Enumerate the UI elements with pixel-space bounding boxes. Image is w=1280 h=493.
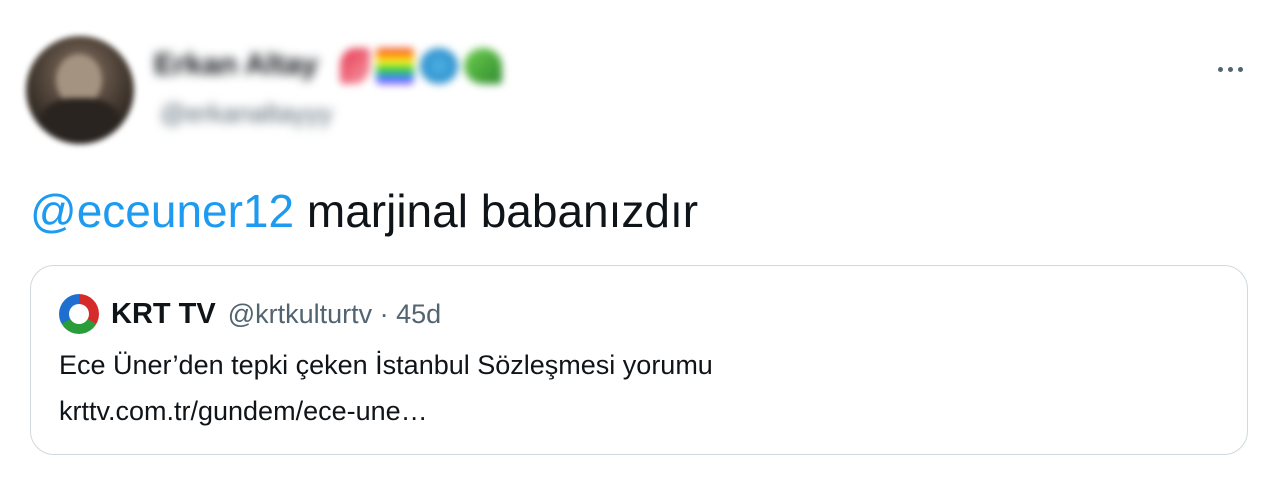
author-display-name[interactable]: Erkan Altay [154, 48, 318, 82]
quoted-link[interactable]: krttv.com.tr/gundem/ece-une… [59, 396, 428, 427]
quoted-author-name: KRT TV [111, 297, 216, 330]
leaf-emoji-icon [464, 48, 502, 84]
quoted-author-meta: @krtkulturtv · 45d [227, 298, 442, 329]
author-handle[interactable]: @erkanaltayyy [160, 98, 332, 129]
globe-emoji-icon [420, 48, 458, 84]
chili-emoji-icon [340, 48, 370, 84]
more-dot [1237, 66, 1243, 72]
quoted-header: KRT TV @krtkulturtv · 45d [59, 294, 441, 334]
more-dot [1217, 66, 1223, 72]
quoted-text: Ece Üner’den tepki çeken İstanbul Sözleş… [59, 350, 713, 380]
mention-link[interactable]: @eceuner12 [30, 185, 294, 237]
tweet-text: @eceuner12 marjinal babanızdır [30, 184, 698, 238]
more-dot [1227, 66, 1233, 72]
avatar[interactable] [26, 36, 134, 144]
avatar-body [40, 98, 120, 144]
tweet-body: marjinal babanızdır [294, 185, 699, 237]
name-emoji-row [340, 48, 502, 84]
rainbow-flag-emoji-icon [376, 48, 414, 84]
more-horizontal-icon[interactable] [1208, 54, 1252, 84]
krt-logo-icon [59, 294, 99, 334]
tweet-card[interactable]: Erkan Altay @erkanaltayyy @eceuner12 mar… [0, 0, 1280, 493]
quoted-tweet[interactable]: KRT TV @krtkulturtv · 45d Ece Üner’den t… [30, 265, 1248, 455]
